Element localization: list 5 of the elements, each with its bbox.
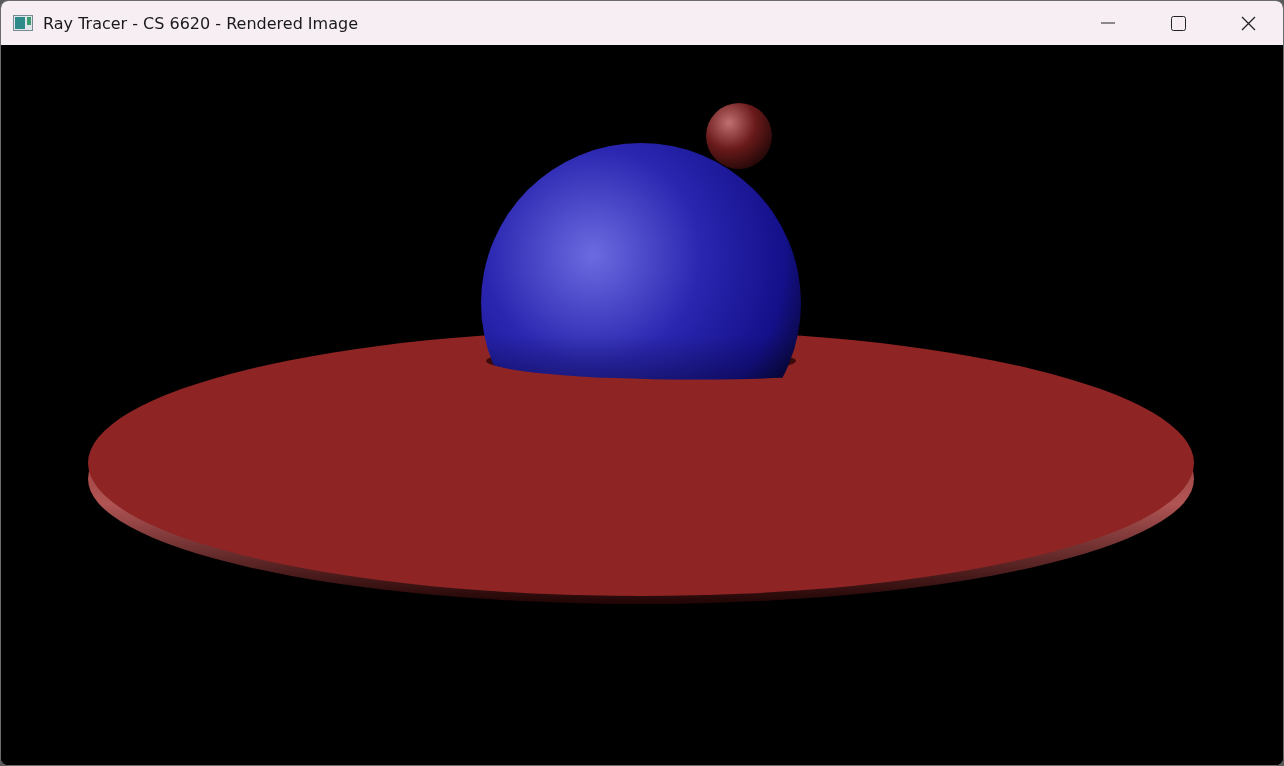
- maximize-icon: [1170, 15, 1186, 31]
- app-icon: [13, 15, 33, 31]
- minimize-icon: [1101, 22, 1115, 24]
- window-title: Ray Tracer - CS 6620 - Rendered Image: [43, 13, 359, 33]
- close-icon: [1240, 15, 1256, 31]
